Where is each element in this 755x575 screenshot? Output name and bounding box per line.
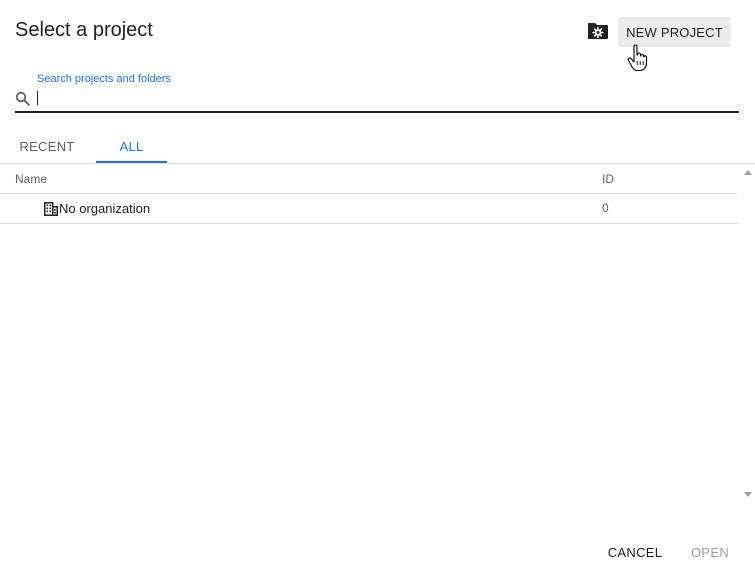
- search-icon: [15, 91, 30, 106]
- tab-all[interactable]: ALL: [96, 128, 167, 164]
- column-header-name: Name: [15, 172, 48, 186]
- folder-settings-icon[interactable]: [587, 22, 609, 40]
- search-label: Search projects and folders: [37, 73, 171, 85]
- row-name: No organization: [59, 201, 151, 216]
- organization-icon: [44, 202, 58, 216]
- cancel-button[interactable]: CANCEL: [600, 538, 670, 566]
- column-header-id: ID: [602, 172, 614, 186]
- text-cursor: [37, 91, 38, 105]
- scroll-up-arrow-icon[interactable]: [744, 170, 752, 175]
- open-button[interactable]: OPEN: [684, 538, 736, 566]
- hand-pointer-icon: [627, 44, 648, 72]
- select-project-dialog: Select a project NEW PROJECT Search proj…: [0, 0, 755, 575]
- scroll-down-arrow-icon[interactable]: [744, 492, 752, 497]
- new-project-button[interactable]: NEW PROJECT: [618, 17, 731, 47]
- search-underline: [15, 111, 739, 113]
- dialog-title: Select a project: [15, 19, 153, 41]
- search-input[interactable]: [36, 88, 736, 108]
- table-row[interactable]: No organization 0: [0, 194, 739, 224]
- projects-table: Name ID No organization 0: [0, 164, 739, 504]
- tab-recent[interactable]: RECENT: [14, 128, 80, 164]
- row-id: 0: [602, 201, 609, 215]
- scrollbar[interactable]: [739, 164, 755, 504]
